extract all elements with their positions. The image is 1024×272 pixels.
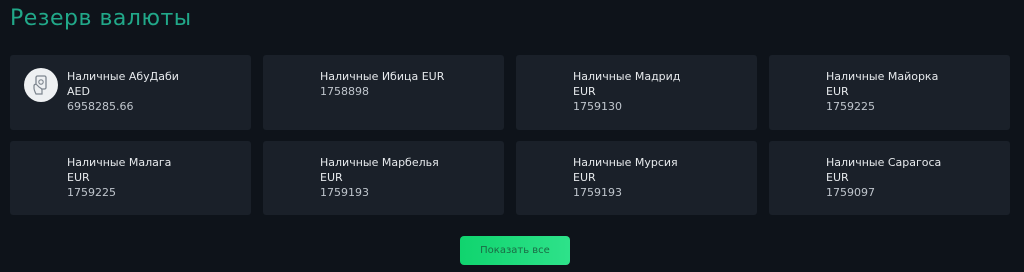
reserve-card-text: Наличные АбуДаби AED 6958285.66	[67, 69, 243, 114]
reserve-card-text: Наличные Сарагоса EUR 1759097	[826, 155, 1002, 200]
section-title: Резерв валюты	[10, 6, 192, 31]
reserve-card-text: Наличные Мурсия EUR 1759193	[573, 155, 749, 200]
reserve-currency: AED	[67, 85, 90, 98]
reserve-card-text: Наличные Ибица EUR 1758898	[320, 69, 496, 99]
reserve-card-abu-dhabi[interactable]: Наличные АбуДаби AED 6958285.66	[10, 55, 251, 130]
reserve-card-malaga[interactable]: Наличные Малага EUR 1759225	[10, 141, 251, 215]
reserve-card-text: Наличные Малага EUR 1759225	[67, 155, 243, 200]
reserve-card-mallorca[interactable]: Наличные Майорка EUR 1759225	[769, 55, 1010, 130]
reserve-card-marbella[interactable]: Наличные Марбелья EUR 1759193	[263, 141, 504, 215]
reserve-card-madrid[interactable]: Наличные Мадрид EUR 1759130	[516, 55, 757, 130]
reserve-name: Наличные Марбелья	[320, 156, 439, 169]
reserve-currency: EUR	[67, 171, 90, 184]
reserve-card-ibiza[interactable]: Наличные Ибица EUR 1758898	[263, 55, 504, 130]
reserve-name: Наличные Мадрид	[573, 70, 681, 83]
reserve-card-text: Наличные Марбелья EUR 1759193	[320, 155, 496, 200]
show-all-button[interactable]: Показать все	[460, 236, 570, 265]
reserve-name: Наличные Сарагоса	[826, 156, 942, 169]
reserve-name: Наличные Майорка	[826, 70, 939, 83]
reserve-currency: EUR	[320, 171, 343, 184]
reserve-card-text: Наличные Майорка EUR 1759225	[826, 69, 1002, 114]
reserve-card-zaragoza[interactable]: Наличные Сарагоса EUR 1759097	[769, 141, 1010, 215]
reserve-name: Наличные Малага	[67, 156, 172, 169]
reserve-amount: 1758898	[320, 85, 369, 98]
cash-hand-icon	[24, 68, 58, 102]
reserve-name: Наличные Ибица EUR	[320, 70, 445, 83]
reserve-amount: 1759193	[573, 186, 622, 199]
reserve-amount: 1759130	[573, 100, 622, 113]
reserve-amount: 1759225	[826, 100, 875, 113]
reserve-name: Наличные Мурсия	[573, 156, 678, 169]
reserve-currency: EUR	[826, 171, 849, 184]
reserve-name: Наличные АбуДаби	[67, 70, 179, 83]
reserve-currency: EUR	[573, 85, 596, 98]
reserve-amount: 1759225	[67, 186, 116, 199]
reserve-currency: EUR	[573, 171, 596, 184]
reserve-amount: 1759193	[320, 186, 369, 199]
reserve-amount: 1759097	[826, 186, 875, 199]
reserve-card-text: Наличные Мадрид EUR 1759130	[573, 69, 749, 114]
reserve-grid: Наличные АбуДаби AED 6958285.66 Наличные…	[10, 55, 1010, 215]
currency-reserve-section: Резерв валюты Наличные АбуДаби AED 69582…	[0, 0, 1024, 272]
reserve-amount: 6958285.66	[67, 100, 134, 113]
reserve-card-murcia[interactable]: Наличные Мурсия EUR 1759193	[516, 141, 757, 215]
reserve-currency: EUR	[826, 85, 849, 98]
